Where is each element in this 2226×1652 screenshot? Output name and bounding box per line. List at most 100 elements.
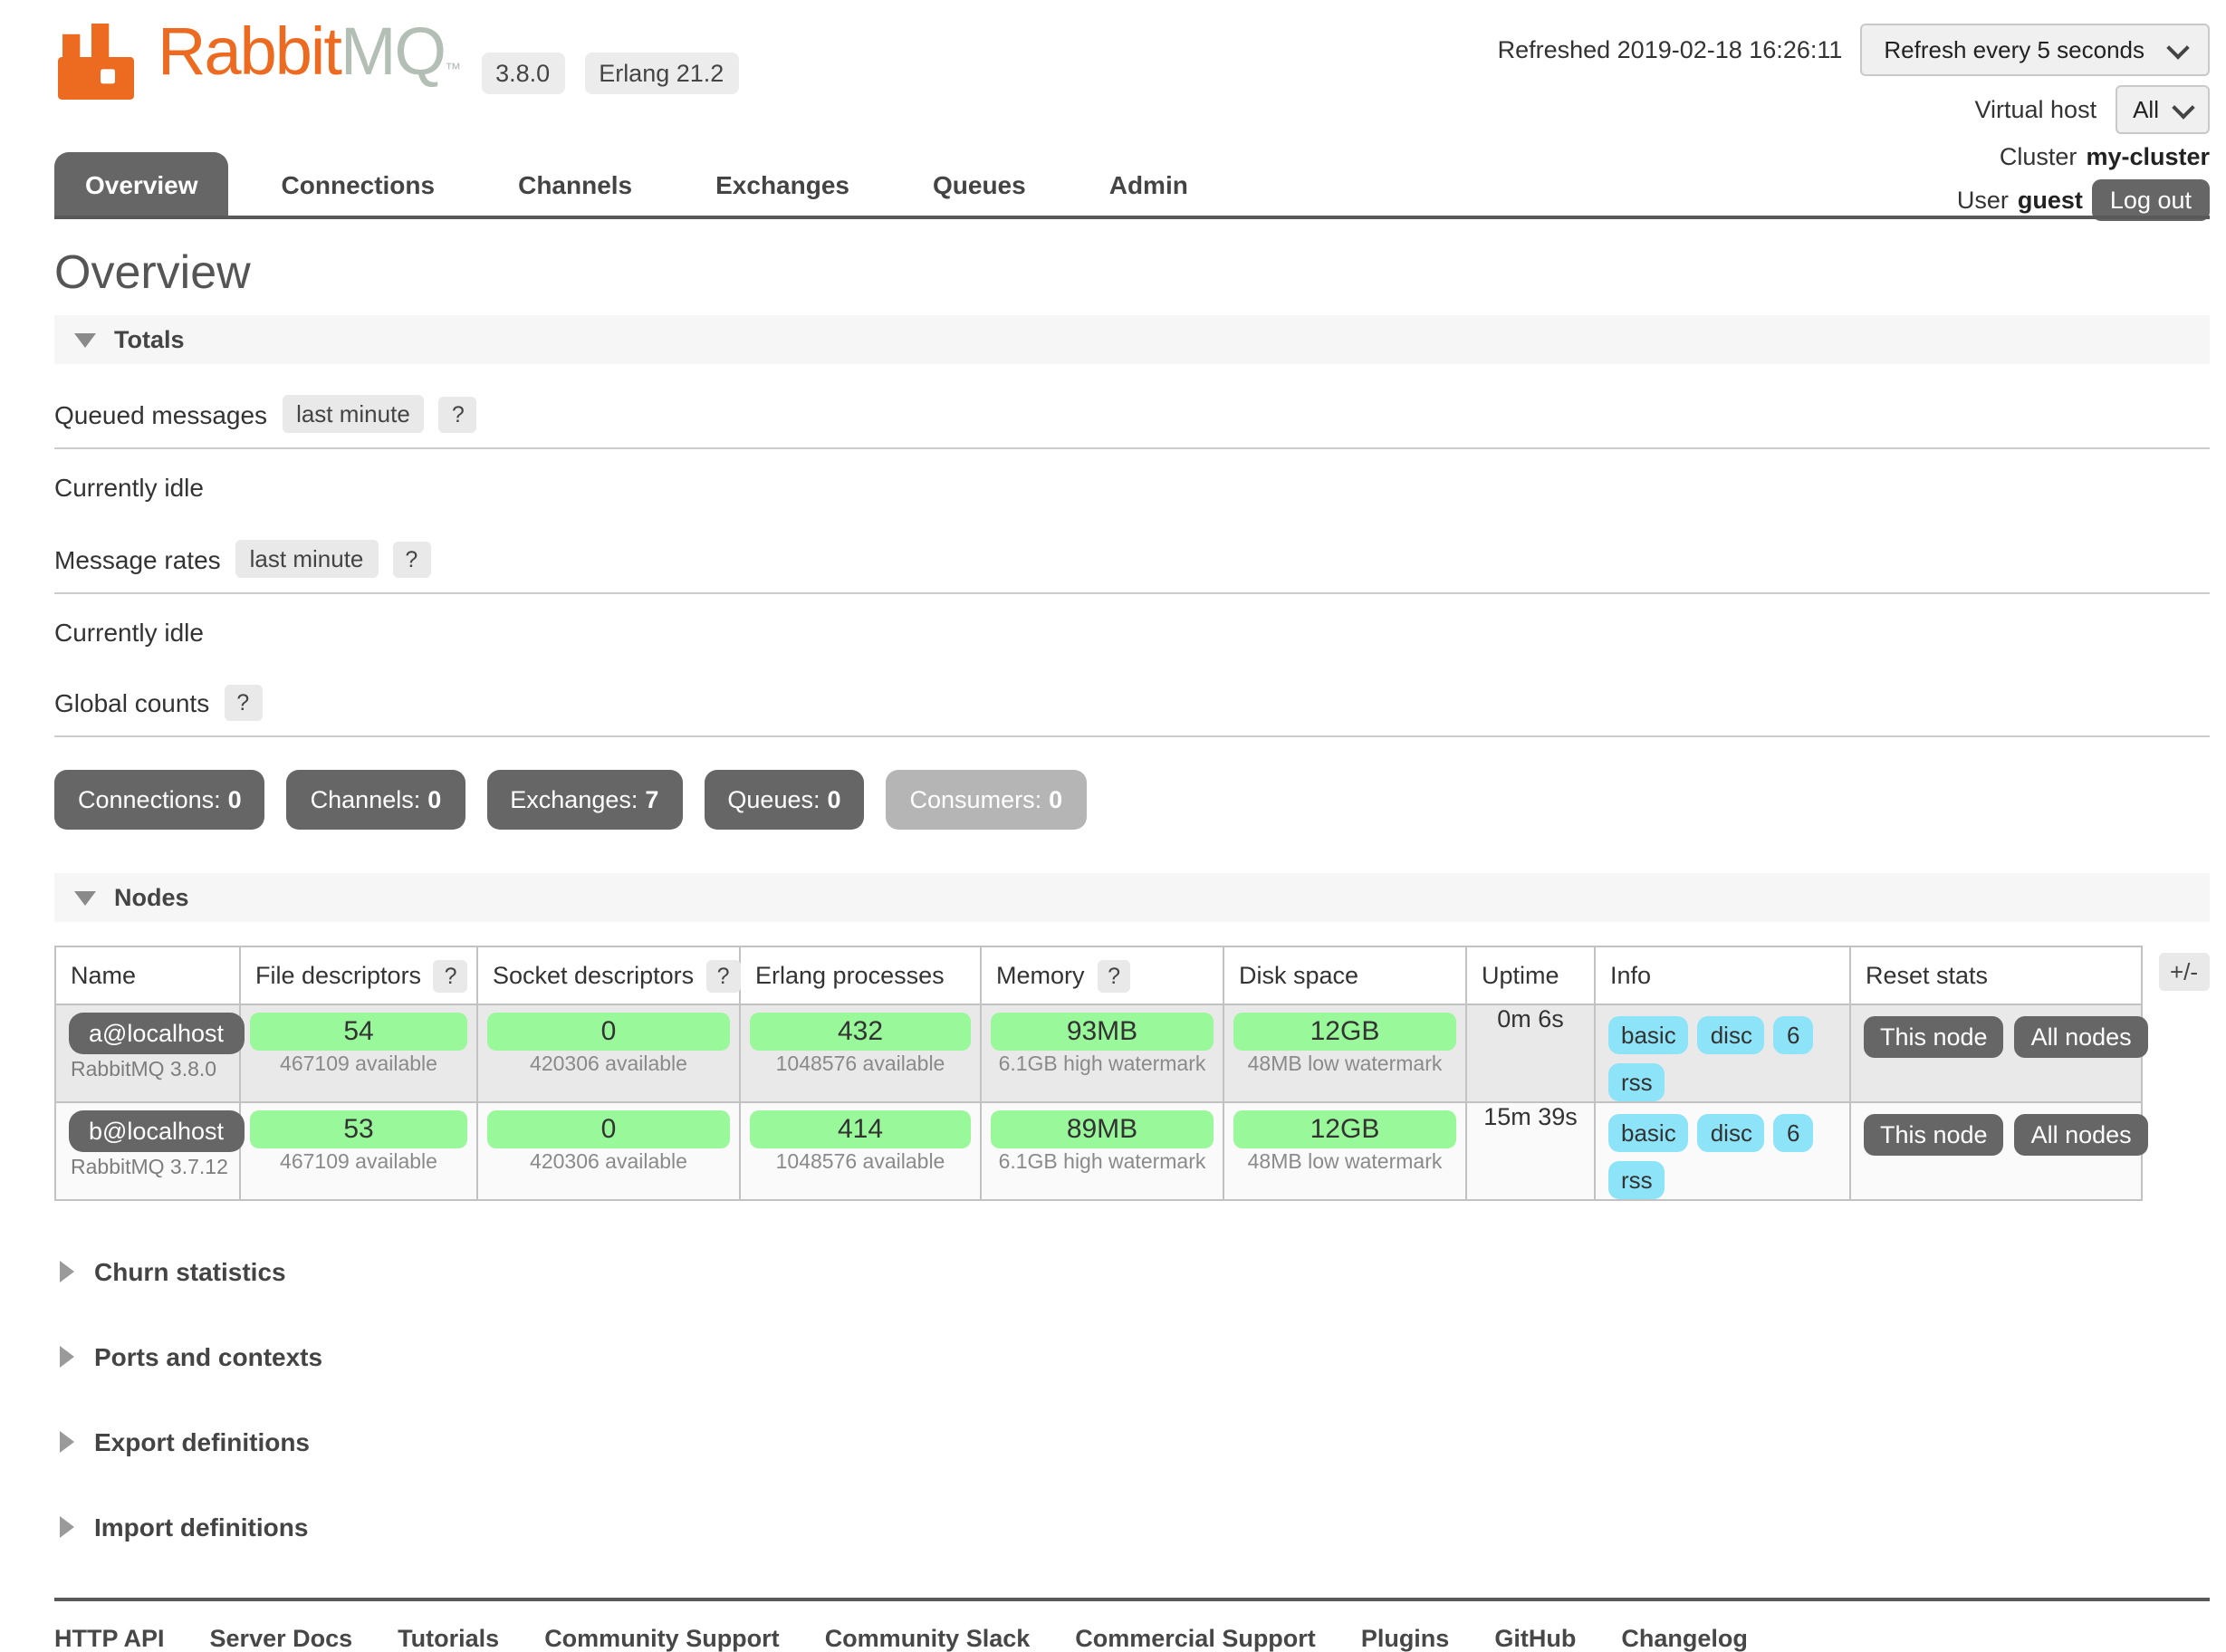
node-name-cell: b@localhost RabbitMQ 3.7.12: [55, 1102, 240, 1200]
tab-channels[interactable]: Channels: [487, 152, 663, 216]
refresh-row: Refreshed 2019-02-18 16:26:11 Refresh ev…: [1498, 24, 2210, 76]
global-counts-label: Global counts: [54, 688, 209, 717]
tab-overview[interactable]: Overview: [54, 152, 229, 216]
count-label: Connections:: [78, 786, 221, 813]
help-icon[interactable]: ?: [706, 960, 741, 993]
fd-cell: 53467109 available: [240, 1102, 477, 1200]
queued-messages-label: Queued messages: [54, 399, 267, 428]
node-version: RabbitMQ 3.8.0: [56, 1060, 239, 1090]
info-tag-basic: basic: [1608, 1114, 1689, 1152]
disk-watermark: 48MB low watermark: [1224, 1152, 1465, 1183]
page-title: Overview: [54, 245, 2210, 299]
memory-cell: 93MB6.1GB high watermark: [981, 1004, 1223, 1102]
footer-link-http-api[interactable]: HTTP API: [54, 1625, 165, 1652]
reset-stats-cell: This node All nodes: [1850, 1102, 2142, 1200]
reset-all-nodes-button[interactable]: All nodes: [2015, 1114, 2148, 1156]
info-tag-cores: 6: [1774, 1114, 1812, 1152]
totals-heading: Totals: [114, 326, 185, 353]
chevron-down-icon: [2172, 95, 2194, 118]
help-icon[interactable]: ?: [1097, 960, 1131, 993]
footer-link-community-support[interactable]: Community Support: [544, 1625, 780, 1652]
help-icon[interactable]: ?: [434, 960, 468, 993]
nodes-header-row: Name File descriptors ? Socket descripto…: [55, 946, 2142, 1004]
queued-status: Currently idle: [54, 473, 2210, 502]
sd-value: 0: [487, 1110, 730, 1148]
footer-link-tutorials[interactable]: Tutorials: [398, 1625, 499, 1652]
queued-period-badge[interactable]: last minute: [282, 395, 425, 433]
proc-cell: 4141048576 available: [740, 1102, 981, 1200]
col-info: Info: [1595, 946, 1850, 1004]
toggle-columns-button[interactable]: +/-: [2159, 953, 2209, 991]
fd-cell: 54467109 available: [240, 1004, 477, 1102]
help-icon[interactable]: ?: [224, 685, 262, 721]
info-tag-disc: disc: [1698, 1114, 1765, 1152]
tab-queues[interactable]: Queues: [902, 152, 1057, 216]
virtual-host-select[interactable]: All: [2115, 85, 2210, 134]
reset-all-nodes-button[interactable]: All nodes: [2015, 1016, 2148, 1058]
nodes-section-header[interactable]: Nodes: [54, 873, 2210, 922]
rates-status: Currently idle: [54, 618, 2210, 647]
count-value: 0: [828, 786, 841, 813]
refresh-interval-value: Refresh every 5 seconds: [1884, 36, 2144, 63]
section-ports-and-contexts[interactable]: Ports and contexts: [60, 1342, 2210, 1371]
section-label: Churn statistics: [94, 1257, 286, 1286]
footer-link-changelog[interactable]: Changelog: [1621, 1625, 1748, 1652]
disk-cell: 12GB48MB low watermark: [1223, 1004, 1466, 1102]
version-badge: 3.8.0: [481, 53, 564, 94]
help-icon[interactable]: ?: [392, 541, 430, 577]
brand-mq: MQ: [341, 14, 445, 89]
section-import-definitions[interactable]: Import definitions: [60, 1513, 2210, 1542]
tab-admin[interactable]: Admin: [1079, 152, 1219, 216]
rabbitmq-overview-page: RabbitMQ™ 3.8.0 Erlang 21.2 Refreshed 20…: [0, 0, 2226, 1351]
node-name-cell: a@localhost RabbitMQ 3.8.0: [55, 1004, 240, 1102]
global-counts-row: Global counts ?: [54, 677, 2210, 737]
section-export-definitions[interactable]: Export definitions: [60, 1427, 2210, 1456]
totals-section-header[interactable]: Totals: [54, 315, 2210, 364]
count-value: 0: [427, 786, 441, 813]
footer-link-commercial-support[interactable]: Commercial Support: [1075, 1625, 1316, 1652]
footer-link-github[interactable]: GitHub: [1494, 1625, 1576, 1652]
rabbitmq-logo[interactable]: RabbitMQ™ 3.8.0 Erlang 21.2: [54, 22, 738, 100]
message-rates-label: Message rates: [54, 544, 221, 573]
info-cell: basic disc 6 rss: [1595, 1102, 1850, 1200]
proc-cell: 4321048576 available: [740, 1004, 981, 1102]
proc-available: 1048576 available: [741, 1054, 980, 1085]
collapse-triangle-icon: [74, 332, 96, 347]
reset-this-node-button[interactable]: This node: [1864, 1114, 2004, 1156]
tab-exchanges[interactable]: Exchanges: [685, 152, 880, 216]
section-churn-statistics[interactable]: Churn statistics: [60, 1257, 2210, 1286]
fd-value: 54: [250, 1013, 467, 1051]
expand-triangle-icon: [60, 1261, 74, 1282]
fd-available: 467109 available: [241, 1054, 476, 1085]
node-name-badge[interactable]: b@localhost: [69, 1110, 244, 1152]
count-label: Queues:: [727, 786, 820, 813]
proc-available: 1048576 available: [741, 1152, 980, 1183]
refresh-interval-select[interactable]: Refresh every 5 seconds: [1860, 24, 2210, 76]
sd-value: 0: [487, 1013, 730, 1051]
col-socket-descriptors: Socket descriptors ?: [477, 946, 740, 1004]
footer-link-plugins[interactable]: Plugins: [1361, 1625, 1450, 1652]
col-uptime: Uptime: [1466, 946, 1595, 1004]
reset-this-node-button[interactable]: This node: [1864, 1016, 2004, 1058]
exchanges-count-pill: Exchanges:7: [486, 770, 682, 830]
footer-link-server-docs[interactable]: Server Docs: [210, 1625, 353, 1652]
disk-value: 12GB: [1233, 1110, 1456, 1148]
memory-value: 93MB: [991, 1013, 1214, 1051]
footer-link-community-slack[interactable]: Community Slack: [825, 1625, 1031, 1652]
count-value: 0: [228, 786, 242, 813]
count-label: Consumers:: [910, 786, 1042, 813]
memory-watermark: 6.1GB high watermark: [982, 1152, 1223, 1183]
info-cell: basic disc 6 rss: [1595, 1004, 1850, 1102]
sd-available: 420306 available: [478, 1054, 739, 1085]
rates-period-badge[interactable]: last minute: [235, 540, 379, 578]
node-name-badge[interactable]: a@localhost: [69, 1013, 244, 1054]
brand-rabbit: Rabbit: [158, 14, 341, 89]
expand-triangle-icon: [60, 1431, 74, 1453]
global-counts-pills: Connections:0 Channels:0 Exchanges:7 Que…: [54, 770, 2210, 830]
refreshed-timestamp: Refreshed 2019-02-18 16:26:11: [1498, 36, 1843, 63]
tab-connections[interactable]: Connections: [251, 152, 466, 216]
sd-cell: 0420306 available: [477, 1004, 740, 1102]
disk-cell: 12GB 48MB low watermark: [1223, 1102, 1466, 1200]
help-icon[interactable]: ?: [439, 396, 477, 432]
brand-trademark: ™: [445, 60, 461, 78]
